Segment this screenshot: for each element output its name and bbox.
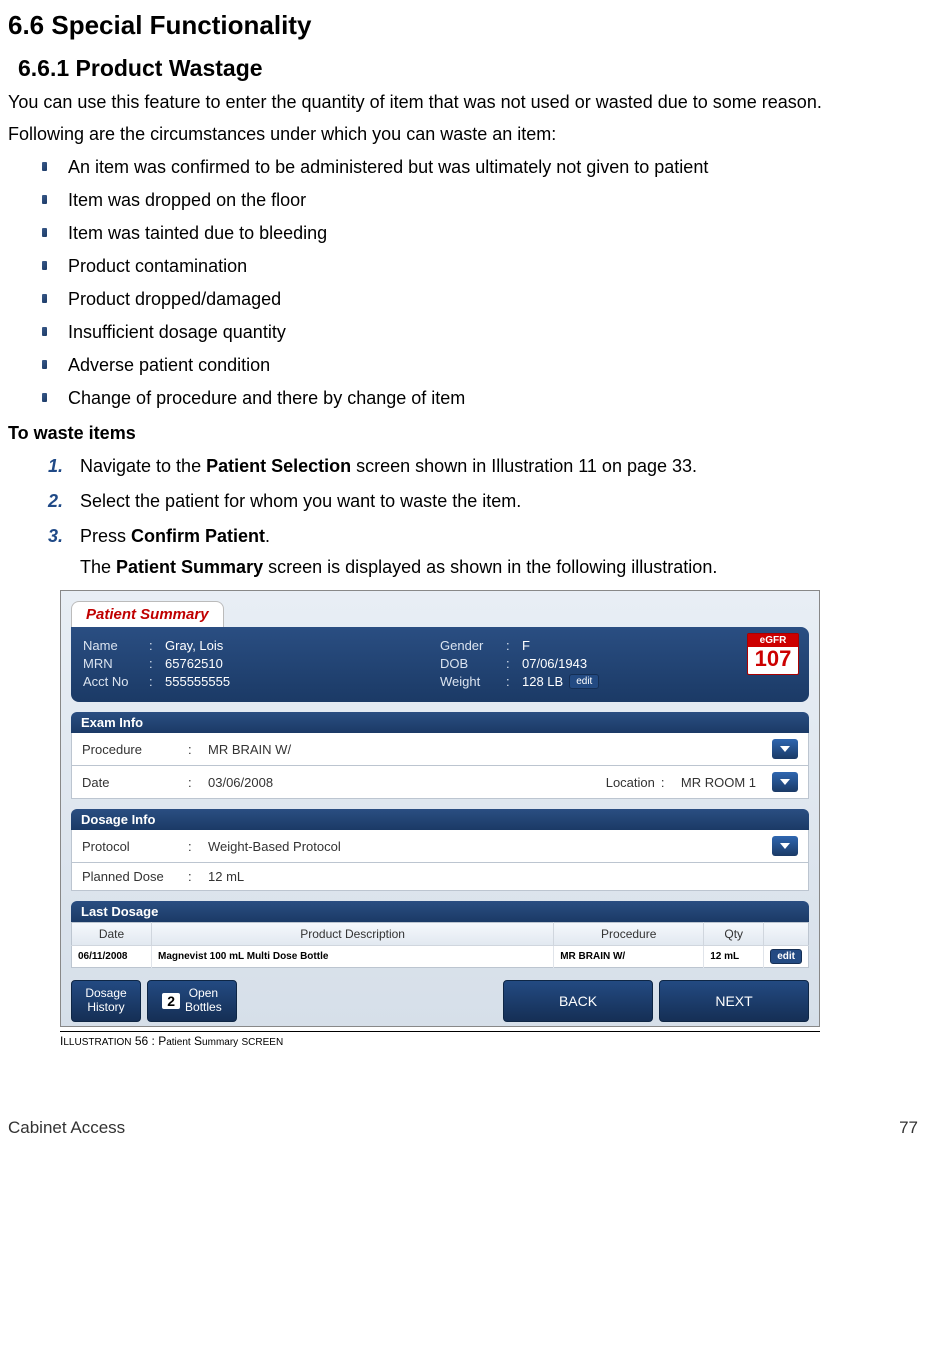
- dosage-info-band: Dosage Info: [71, 809, 809, 830]
- chevron-down-icon: [780, 779, 790, 785]
- bottom-button-bar: Dosage History 2 Open Bottles BACK NEXT: [71, 974, 809, 1022]
- step-1: Navigate to the Patient Selection screen…: [48, 454, 918, 479]
- page-footer: Cabinet Access 77: [8, 1118, 918, 1138]
- dosage-history-button[interactable]: Dosage History: [71, 980, 141, 1022]
- list-item: Change of procedure and there by change …: [42, 388, 918, 409]
- protocol-value: Weight-Based Protocol: [208, 839, 341, 854]
- step-2: Select the patient for whom you want to …: [48, 489, 918, 514]
- chevron-down-icon: [780, 843, 790, 849]
- footer-left: Cabinet Access: [8, 1118, 125, 1138]
- list-item: Product contamination: [42, 256, 918, 277]
- location-value: MR ROOM 1: [681, 775, 756, 790]
- step-text: .: [265, 526, 270, 546]
- dosage-info-section: Dosage Info Protocol: Weight-Based Proto…: [71, 809, 809, 891]
- egfr-value: 107: [748, 647, 798, 673]
- caption-part: atient: [166, 1037, 190, 1048]
- col-qty: Qty: [704, 923, 764, 946]
- planned-dose-value: 12 mL: [208, 869, 244, 884]
- step-bold: Confirm Patient: [131, 526, 265, 546]
- caption-part: S: [194, 1034, 202, 1048]
- circumstances-intro: Following are the circumstances under wh…: [8, 122, 918, 146]
- cell-date: 06/11/2008: [72, 946, 152, 968]
- cell-qty: 12 mL: [704, 946, 764, 968]
- step-bold: Patient Selection: [206, 456, 351, 476]
- last-dosage-section: Last Dosage Date Product Description Pro…: [71, 901, 809, 968]
- list-item: An item was confirmed to be administered…: [42, 157, 918, 178]
- patient-summary-tab[interactable]: Patient Summary: [71, 601, 224, 627]
- step-text: screen shown in Illustration 11 on page …: [351, 456, 697, 476]
- date-label: Date: [82, 775, 182, 790]
- step-text: The: [80, 557, 116, 577]
- egfr-badge: eGFR 107: [747, 633, 799, 674]
- to-waste-heading: To waste items: [8, 423, 918, 444]
- step-sub: The Patient Summary screen is displayed …: [80, 555, 918, 580]
- exam-info-band: Exam Info: [71, 712, 809, 733]
- mrn-value: 65762510: [165, 656, 223, 671]
- step-text: screen is displayed as shown in the foll…: [263, 557, 717, 577]
- location-dropdown[interactable]: [772, 772, 798, 792]
- cell-procedure: MR BRAIN W/: [554, 946, 704, 968]
- section-heading: 6.6 Special Functionality: [8, 10, 918, 41]
- edit-dosage-button[interactable]: edit: [770, 949, 802, 964]
- col-product: Product Description: [152, 923, 554, 946]
- step-text: Navigate to the: [80, 456, 206, 476]
- footer-page-number: 77: [899, 1118, 918, 1138]
- gender-value: F: [522, 638, 530, 653]
- procedure-dropdown[interactable]: [772, 739, 798, 759]
- name-label: Name: [83, 638, 149, 653]
- protocol-dropdown[interactable]: [772, 836, 798, 856]
- procedure-label: Procedure: [82, 742, 182, 757]
- exam-info-section: Exam Info Procedure: MR BRAIN W/ Date: 0…: [71, 712, 809, 799]
- list-item: Product dropped/damaged: [42, 289, 918, 310]
- edit-weight-button[interactable]: edit: [569, 674, 599, 689]
- table-row: 06/11/2008 Magnevist 100 mL Multi Dose B…: [72, 946, 809, 968]
- patient-summary-screen: Patient Summary eGFR 107 Name:Gray, Lois…: [61, 591, 819, 1026]
- planned-dose-label: Planned Dose: [82, 869, 182, 884]
- open-bottles-count: 2: [162, 993, 180, 1009]
- step-text: Press: [80, 526, 131, 546]
- figure-wrap: Patient Summary eGFR 107 Name:Gray, Lois…: [60, 590, 820, 1048]
- intro-paragraph: You can use this feature to enter the qu…: [8, 90, 918, 114]
- procedure-value: MR BRAIN W/: [208, 742, 291, 757]
- list-item: Item was tainted due to bleeding: [42, 223, 918, 244]
- mrn-label: MRN: [83, 656, 149, 671]
- last-dosage-band: Last Dosage: [71, 901, 809, 922]
- weight-label: Weight: [440, 674, 506, 689]
- steps-list: Navigate to the Patient Selection screen…: [8, 454, 918, 581]
- cell-product: Magnevist 100 mL Multi Dose Bottle: [152, 946, 554, 968]
- back-button[interactable]: BACK: [503, 980, 653, 1022]
- step-3: Press Confirm Patient. The Patient Summa…: [48, 524, 918, 580]
- date-value: 03/06/2008: [208, 775, 273, 790]
- gender-label: Gender: [440, 638, 506, 653]
- caption-part: ummary: [202, 1037, 238, 1048]
- col-date: Date: [72, 923, 152, 946]
- circumstances-list: An item was confirmed to be administered…: [8, 157, 918, 409]
- acct-value: 555555555: [165, 674, 230, 689]
- acct-label: Acct No: [83, 674, 149, 689]
- next-button[interactable]: NEXT: [659, 980, 809, 1022]
- col-procedure: Procedure: [554, 923, 704, 946]
- protocol-label: Protocol: [82, 839, 182, 854]
- dob-value: 07/06/1943: [522, 656, 587, 671]
- step-bold: Patient Summary: [116, 557, 263, 577]
- dob-label: DOB: [440, 656, 506, 671]
- figure-frame: Patient Summary eGFR 107 Name:Gray, Lois…: [60, 590, 820, 1027]
- subsection-heading: 6.6.1 Product Wastage: [8, 55, 918, 82]
- list-item: Insufficient dosage quantity: [42, 322, 918, 343]
- figure-caption: ILLUSTRATION 56 : Patient Summary SCREEN: [60, 1031, 820, 1048]
- chevron-down-icon: [780, 746, 790, 752]
- location-label: Location: [606, 775, 655, 790]
- open-bottles-label: Open Bottles: [185, 987, 222, 1015]
- patient-info-panel: eGFR 107 Name:Gray, Lois MRN:65762510 Ac…: [71, 627, 809, 702]
- list-item: Adverse patient condition: [42, 355, 918, 376]
- open-bottles-button[interactable]: 2 Open Bottles: [147, 980, 237, 1022]
- list-item: Item was dropped on the floor: [42, 190, 918, 211]
- name-value: Gray, Lois: [165, 638, 223, 653]
- weight-value: 128 LB: [522, 674, 563, 689]
